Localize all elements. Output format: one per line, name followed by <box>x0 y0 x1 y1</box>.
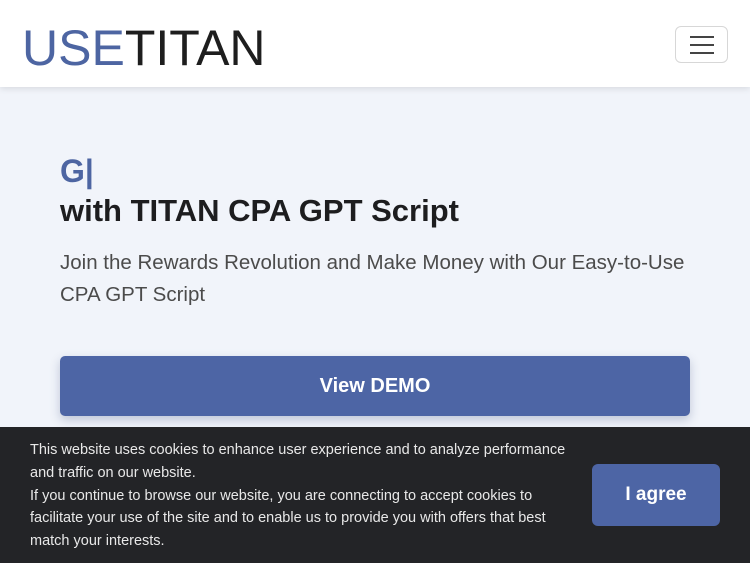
brand-logo[interactable]: USETITAN <box>22 18 266 78</box>
cookie-message: This website uses cookies to enhance use… <box>30 439 575 553</box>
typed-text: G| <box>60 153 94 189</box>
cookie-message-line-1: This website uses cookies to enhance use… <box>30 442 566 481</box>
hero-section: G| with TITAN CPA GPT Script Join the Re… <box>0 87 750 427</box>
menu-toggle-button[interactable] <box>675 26 728 63</box>
brand-suffix: TITAN <box>124 20 266 76</box>
agree-button[interactable]: I agree <box>592 464 720 526</box>
view-demo-button[interactable]: View DEMO <box>60 356 690 416</box>
brand-prefix: USE <box>22 20 125 76</box>
hamburger-menu-icon <box>689 35 714 38</box>
cookie-banner: This website uses cookies to enhance use… <box>0 427 750 563</box>
hero-headline: with TITAN CPA GPT Script <box>60 193 459 228</box>
navbar: USETITAN <box>0 0 750 87</box>
hamburger-menu-icon <box>689 43 714 46</box>
hero-subtitle: Join the Rewards Revolution and Make Mon… <box>60 251 685 306</box>
hamburger-menu-icon <box>689 51 714 54</box>
cookie-message-line-2: If you continue to browse our website, y… <box>30 487 546 550</box>
